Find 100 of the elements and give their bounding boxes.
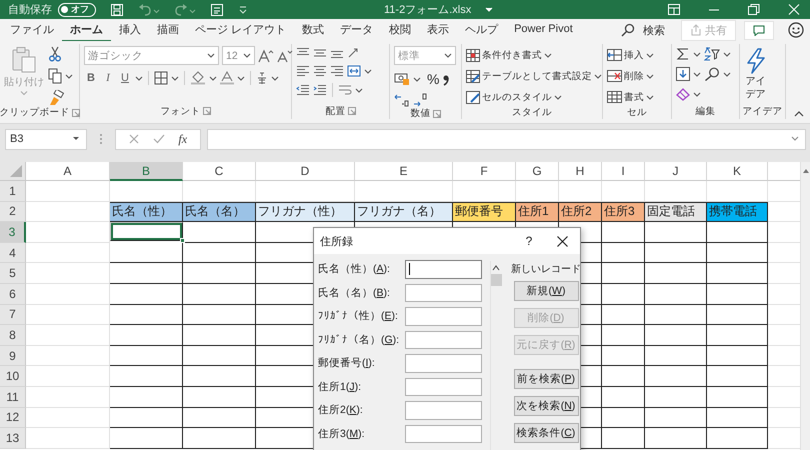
caret-icon[interactable]: [207, 52, 215, 59]
fill-color-icon[interactable]: [190, 71, 206, 85]
increase-font-size-icon[interactable]: [258, 48, 274, 62]
form-icon[interactable]: [210, 2, 224, 16]
table-cell[interactable]: [183, 263, 256, 284]
align-center-icon[interactable]: [313, 65, 327, 77]
wrap-text-icon[interactable]: [338, 84, 352, 96]
sort-filter-icon[interactable]: [704, 47, 720, 61]
ribbon-tab[interactable]: 描画: [149, 18, 187, 42]
selected-cell[interactable]: [110, 222, 183, 242]
input-field[interactable]: [405, 424, 482, 443]
caret-icon[interactable]: [693, 70, 701, 78]
ribbon-tab[interactable]: 挿入: [111, 18, 149, 42]
table-cell[interactable]: [602, 304, 645, 326]
table-cell[interactable]: [707, 408, 768, 428]
caret-icon[interactable]: [135, 74, 143, 82]
table-cell[interactable]: [602, 366, 645, 387]
restore-icon[interactable]: [748, 4, 760, 15]
table-cell[interactable]: [183, 284, 256, 305]
input-field[interactable]: [405, 330, 482, 349]
caret-icon[interactable]: [237, 74, 245, 82]
input-field[interactable]: [405, 401, 482, 420]
header-cell[interactable]: フリガナ（名）: [355, 202, 453, 222]
caret-icon[interactable]: [693, 90, 701, 98]
header-cell[interactable]: 住所2: [559, 202, 602, 222]
table-cell[interactable]: [707, 325, 768, 346]
save-icon[interactable]: [110, 2, 124, 16]
header-cell[interactable]: 携帯電話: [707, 202, 768, 222]
row-header[interactable]: 7: [0, 304, 26, 326]
ribbon-command[interactable]: 書式: [607, 88, 654, 106]
table-cell[interactable]: [707, 428, 768, 449]
column-header[interactable]: D: [256, 162, 355, 181]
column-header[interactable]: E: [355, 162, 453, 181]
caret-icon[interactable]: [355, 86, 363, 94]
table-cell[interactable]: [110, 304, 183, 326]
input-field[interactable]: [405, 284, 482, 302]
align-left-icon[interactable]: [296, 65, 310, 77]
ribbon-tab[interactable]: ページ レイアウト: [187, 18, 294, 42]
table-cell[interactable]: [707, 386, 768, 408]
header-cell[interactable]: 住所3: [602, 202, 645, 222]
ribbon-command[interactable]: 条件付き書式: [466, 46, 602, 64]
table-cell[interactable]: [707, 346, 768, 366]
dialog-button[interactable]: 前を検索(P): [514, 369, 578, 389]
table-cell[interactable]: [183, 386, 256, 408]
table-cell[interactable]: [183, 222, 256, 243]
format-button[interactable]: I: [101, 72, 115, 84]
table-cell[interactable]: [183, 325, 256, 346]
row-header[interactable]: 6: [0, 284, 26, 305]
ribbon-command[interactable]: 挿入: [607, 46, 654, 64]
input-field[interactable]: [405, 354, 482, 372]
phonetic-icon[interactable]: [256, 71, 268, 85]
fill-handle[interactable]: [180, 238, 185, 244]
row-header[interactable]: 13: [0, 428, 26, 449]
borders-icon[interactable]: [154, 71, 168, 85]
input-field[interactable]: [405, 307, 482, 326]
table-cell[interactable]: [183, 242, 256, 264]
ribbon-tab[interactable]: Power Pivot: [506, 20, 581, 40]
caret-icon[interactable]: [65, 72, 73, 80]
eraser-icon[interactable]: [676, 87, 690, 101]
smiley-icon[interactable]: [788, 22, 804, 38]
table-cell[interactable]: [110, 408, 183, 428]
increase-decimal-icon[interactable]: [394, 93, 410, 107]
table-cell[interactable]: [645, 263, 707, 284]
name-box[interactable]: B3: [5, 128, 87, 150]
row-header[interactable]: 9: [0, 346, 26, 366]
dialog-button[interactable]: 検索条件(C): [514, 423, 578, 443]
font-size-field[interactable]: 12: [222, 46, 255, 65]
table-cell[interactable]: [645, 408, 707, 428]
table-cell[interactable]: [602, 428, 645, 449]
table-cell[interactable]: [707, 304, 768, 326]
collapse-ribbon-icon[interactable]: [794, 110, 804, 117]
column-header[interactable]: F: [453, 162, 516, 181]
table-cell[interactable]: [602, 263, 645, 284]
close-icon[interactable]: [788, 4, 800, 15]
merge-cells-icon[interactable]: [347, 65, 361, 77]
scrollbar[interactable]: [800, 162, 810, 450]
table-cell[interactable]: [110, 386, 183, 408]
dialog-button[interactable]: 新規(W): [514, 281, 578, 301]
header-cell[interactable]: 郵便番号: [453, 202, 516, 222]
table-cell[interactable]: [707, 242, 768, 264]
dialog-launcher-icon[interactable]: [72, 108, 80, 116]
decrease-decimal-icon[interactable]: [413, 93, 429, 107]
expand-icon[interactable]: [791, 136, 799, 142]
table-cell[interactable]: [183, 408, 256, 428]
table-cell[interactable]: [183, 428, 256, 449]
ribbon-tab[interactable]: 校閲: [381, 18, 420, 42]
format-painter-icon[interactable]: [48, 90, 64, 106]
header-cell[interactable]: 氏名（名）: [183, 202, 256, 222]
column-header[interactable]: A: [26, 162, 110, 181]
decrease-indent-icon[interactable]: [296, 84, 310, 96]
increase-indent-icon[interactable]: [313, 84, 327, 96]
align-middle-icon[interactable]: [313, 47, 327, 59]
table-cell[interactable]: [110, 428, 183, 449]
table-cell[interactable]: [183, 366, 256, 387]
header-cell[interactable]: フリガナ（性）: [256, 202, 355, 222]
copy-icon[interactable]: [48, 68, 62, 84]
table-cell[interactable]: [110, 242, 183, 264]
table-cell[interactable]: [645, 428, 707, 449]
caret-icon[interactable]: [444, 52, 452, 59]
table-cell[interactable]: [645, 386, 707, 408]
